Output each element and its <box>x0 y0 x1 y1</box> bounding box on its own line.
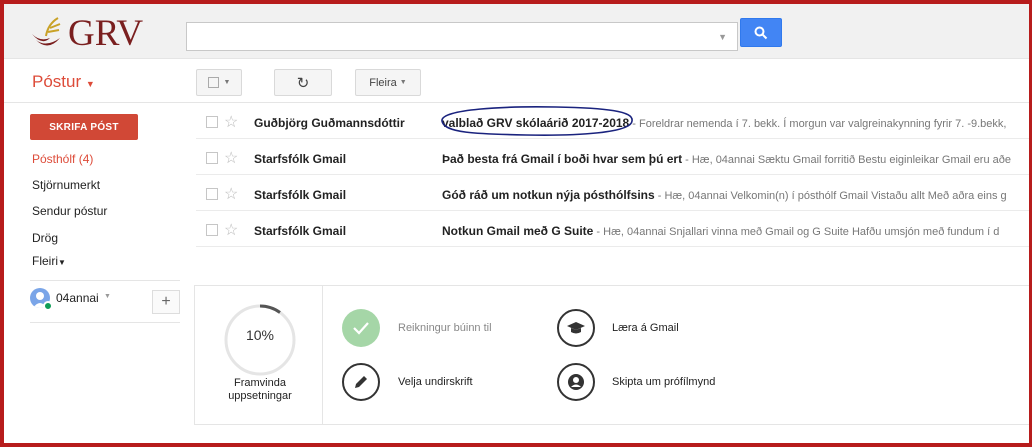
setup-progress-card: 10% Framvinda uppsetningar Reikningur bú… <box>194 285 1029 425</box>
more-label: Fleira <box>369 76 397 89</box>
task-done-icon <box>342 309 380 347</box>
more-button[interactable]: Fleira ▼ <box>355 69 421 96</box>
profile-icon <box>568 374 584 390</box>
sidebar-item-starred[interactable]: Stjörnumerkt <box>32 178 100 192</box>
email-preview: Það besta frá Gmail í boði hvar sem þú e… <box>442 152 1011 166</box>
chevron-down-icon: ▼ <box>223 79 231 86</box>
grv-logo[interactable]: GRV <box>28 13 143 54</box>
mail-label: Póstur <box>32 72 82 91</box>
toolbar: Póstur ▼ ▼ ↻ Fleira ▼ <box>4 59 1029 103</box>
email-subject: Það besta frá Gmail í boði hvar sem þú e… <box>442 152 683 166</box>
search-button[interactable] <box>740 18 782 47</box>
row-checkbox[interactable] <box>206 224 218 236</box>
search-input[interactable]: ▼ <box>186 22 738 51</box>
email-sender: Starfsfólk Gmail <box>254 152 347 166</box>
check-icon <box>353 322 369 335</box>
sidebar-item-more-label: Fleiri <box>32 254 58 268</box>
select-all-button[interactable]: ▼ <box>196 69 242 96</box>
chevron-down-icon: ▼ <box>399 79 407 86</box>
progress-percent: 10% <box>245 327 275 343</box>
email-subject: Góð ráð um notkun nýja pósthólfsins <box>442 188 655 202</box>
sidebar-item-drafts[interactable]: Drög <box>32 231 58 245</box>
logo-text: GRV <box>68 12 144 54</box>
email-snippet: - Hæ, 04annai Sæktu Gmail forritið Bestu… <box>682 154 1011 166</box>
sidebar-item-sent[interactable]: Sendur póstur <box>32 204 107 218</box>
email-snippet: - Hæ, 04annai Velkomin(n) í pósthólf Gma… <box>654 190 1007 202</box>
pen-icon <box>355 376 367 388</box>
search-options-icon[interactable]: ▼ <box>718 32 727 42</box>
checkbox-icon <box>207 77 219 88</box>
search-icon <box>754 26 768 39</box>
email-subject: Notkun Gmail með G Suite <box>442 224 594 238</box>
star-icon[interactable]: ☆ <box>224 220 238 240</box>
star-icon[interactable]: ☆ <box>224 112 238 132</box>
sidebar-divider <box>30 322 180 323</box>
row-checkbox[interactable] <box>206 188 218 200</box>
task-choose-signature[interactable]: Velja undirskrift <box>398 376 473 388</box>
email-row[interactable]: ☆ Starfsfólk Gmail Það besta frá Gmail í… <box>196 140 1029 175</box>
add-account-button[interactable]: + <box>152 290 180 314</box>
star-icon[interactable]: ☆ <box>224 184 238 204</box>
task-learn-icon[interactable] <box>557 309 595 347</box>
row-checkbox[interactable] <box>206 152 218 164</box>
email-sender: Guðbjörg Guðmannsdóttir <box>254 116 405 130</box>
email-preview: Góð ráð um notkun nýja pósthólfsins - Hæ… <box>442 188 1007 202</box>
mail-menu[interactable]: Póstur ▼ <box>32 72 95 92</box>
progress-label: Framvinda uppsetningar <box>228 377 292 402</box>
email-snippet: - Hæ, 04annai Snjallari vinna með Gmail … <box>593 226 1000 238</box>
sidebar-divider <box>30 280 180 281</box>
setup-progress-panel: 10% Framvinda uppsetningar <box>195 286 323 424</box>
chevron-down-icon: ▼ <box>58 258 66 267</box>
sidebar-item-inbox[interactable]: Pósthólf (4) <box>32 152 93 166</box>
star-icon[interactable]: ☆ <box>224 148 238 168</box>
refresh-button[interactable]: ↻ <box>274 69 332 96</box>
top-bar: GRV ▼ <box>4 4 1029 59</box>
task-photo-icon[interactable] <box>557 363 595 401</box>
task-change-photo[interactable]: Skipta um prófílmynd <box>612 376 715 388</box>
online-status-icon <box>43 301 53 311</box>
email-snippet: - Foreldrar nemenda í 7. bekk. Í morgun … <box>629 118 1007 130</box>
email-row[interactable]: ☆ Starfsfólk Gmail Góð ráð um notkun nýj… <box>196 176 1029 211</box>
task-learn-gmail[interactable]: Læra á Gmail <box>612 322 679 334</box>
email-preview: Notkun Gmail með G Suite - Hæ, 04annai S… <box>442 224 999 238</box>
task-signature-icon[interactable] <box>342 363 380 401</box>
plus-icon: + <box>161 293 171 310</box>
refresh-icon: ↻ <box>296 74 310 92</box>
task-account-created[interactable]: Reikningur búinn til <box>398 322 492 334</box>
row-checkbox[interactable] <box>206 116 218 128</box>
email-sender: Starfsfólk Gmail <box>254 188 347 202</box>
chevron-down-icon: ▼ <box>104 293 111 300</box>
sidebar-item-more[interactable]: Fleiri▼ <box>32 254 66 268</box>
email-sender: Starfsfólk Gmail <box>254 224 347 238</box>
email-row[interactable]: ☆ Starfsfólk Gmail Notkun Gmail með G Su… <box>196 212 1029 247</box>
account-name: 04annai <box>56 291 99 305</box>
compose-button[interactable]: SKRIFA PÓST <box>30 114 138 140</box>
annotation-circle <box>441 106 633 136</box>
laurel-icon <box>32 17 61 46</box>
dropdown-caret-icon: ▼ <box>85 79 95 89</box>
graduation-cap-icon <box>567 322 585 334</box>
